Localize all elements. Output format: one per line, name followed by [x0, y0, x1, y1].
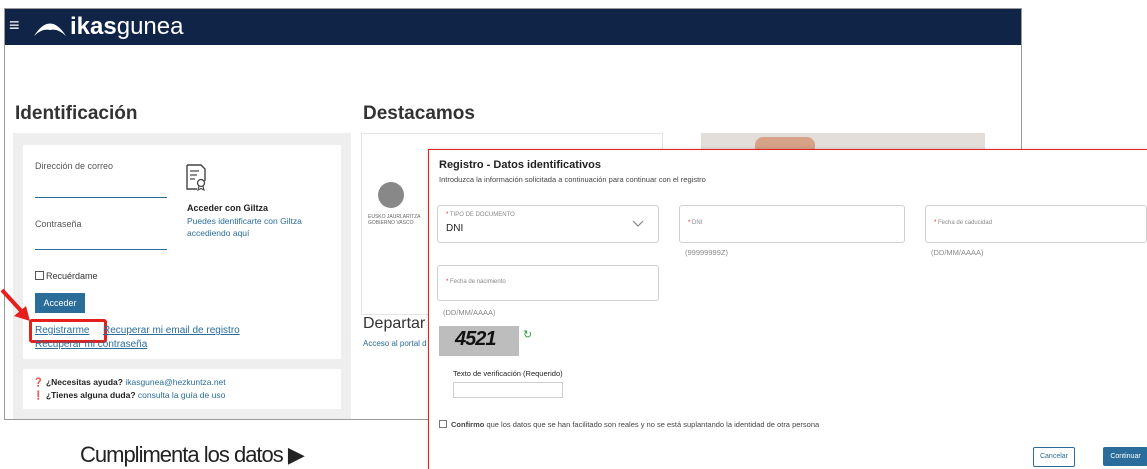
confirm-row[interactable]: Confirmo que los datos que se han facili…: [439, 420, 819, 429]
verification-input[interactable]: [453, 382, 563, 398]
chevron-down-icon[interactable]: [632, 220, 644, 228]
register-link[interactable]: Registrarme: [35, 325, 89, 336]
remember-label: Recuérdame: [46, 271, 98, 281]
continue-button[interactable]: Continuar: [1103, 447, 1147, 466]
document-type-label: * TIPO DE DOCUMENTO: [446, 212, 515, 218]
refresh-captcha-icon[interactable]: ↻: [523, 328, 532, 341]
government-emblem-icon: [378, 182, 404, 208]
giltza-link[interactable]: Puedes identificarte con Giltza accedien…: [187, 215, 327, 239]
expiry-date-label-text: Fecha de caducidad: [938, 220, 993, 226]
app-logo: ikasgunea: [70, 13, 183, 41]
recover-password-link[interactable]: Recuperar mi contraseña: [35, 339, 147, 350]
confirm-bold: Confirmo: [451, 420, 485, 429]
password-label: Contraseña: [35, 219, 82, 229]
captcha-image: 4521: [439, 326, 519, 356]
confirm-text: que los datos que se han facilitado son …: [486, 420, 820, 429]
confirm-checkbox[interactable]: [439, 420, 447, 428]
giltza-title: Acceder con Giltza: [187, 203, 269, 213]
logo-mark-icon: [34, 23, 66, 36]
remember-me[interactable]: Recuérdame: [35, 271, 98, 281]
login-card: Dirección de correo Contraseña Acceder c…: [23, 145, 341, 359]
expiry-date-label: * Fecha de caducidad: [934, 220, 993, 226]
birth-date-label-text: Fecha de nacimiento: [450, 279, 506, 285]
help-question: ¿Necesitas ayuda?: [45, 377, 123, 387]
verification-label: Texto de verificación (Requerido): [453, 369, 563, 378]
help-email-link[interactable]: ikasgunea@hezkuntza.net: [125, 377, 225, 387]
emblem-caption: EUSKO JAURLARITZA GOBIERNO VASCO: [368, 214, 421, 226]
dni-input[interactable]: * DNI: [679, 205, 905, 243]
dialog-subtitle: Introduzca la información solicitada a c…: [439, 175, 706, 184]
help-card: ❓ ¿Necesitas ayuda? ikasgunea@hezkuntza.…: [23, 369, 341, 409]
expiry-date-hint: (DD/MM/AAAA): [931, 248, 984, 257]
birth-date-input[interactable]: * Fecha de nacimiento: [437, 265, 659, 301]
birth-date-label: * Fecha de nacimiento: [446, 279, 506, 285]
logo-light: gunea: [116, 13, 184, 40]
dni-label-text: DNI: [692, 220, 703, 226]
email-input[interactable]: [35, 197, 167, 198]
identification-title: Identificación: [15, 103, 138, 124]
login-panel: Dirección de correo Contraseña Acceder c…: [13, 133, 351, 419]
logo-bold: ikas: [70, 13, 117, 40]
registration-dialog: Registro - Datos identificativos Introdu…: [428, 149, 1147, 469]
certificate-icon[interactable]: [185, 163, 207, 191]
captcha-text: 4521: [455, 328, 496, 350]
expiry-date-input[interactable]: * Fecha de caducidad: [925, 205, 1147, 243]
remember-checkbox[interactable]: [35, 271, 44, 280]
department-link[interactable]: Acceso al portal d: [363, 339, 427, 348]
highlights-title: Destacamos: [363, 103, 475, 124]
emblem-line-2: GOBIERNO VASCO: [368, 220, 414, 226]
doubt-line: ❗ ¿Tienes alguna duda? consulta la guía …: [33, 390, 226, 400]
department-title: Departar: [363, 315, 426, 332]
menu-icon[interactable]: ≡: [9, 15, 20, 35]
document-type-select[interactable]: * TIPO DE DOCUMENTO DNI: [437, 205, 659, 243]
help-line: ❓ ¿Necesitas ayuda? ikasgunea@hezkuntza.…: [33, 377, 226, 387]
email-label: Dirección de correo: [35, 161, 114, 171]
dialog-title: Registro - Datos identificativos: [439, 159, 601, 171]
login-button[interactable]: Acceder: [35, 293, 85, 313]
instruction-caption: Cumplimenta los datos ▶: [80, 442, 305, 467]
cancel-button[interactable]: Cancelar: [1033, 447, 1075, 467]
dni-label: * DNI: [688, 220, 703, 226]
document-type-label-text: TIPO DE DOCUMENTO: [449, 212, 515, 218]
document-type-value: DNI: [446, 223, 464, 234]
top-bar: ≡ ikasgunea: [5, 9, 1021, 45]
red-arrow-icon: [0, 288, 30, 321]
password-input[interactable]: [35, 249, 167, 250]
recover-email-link[interactable]: Recuperar mi email de registro: [103, 325, 240, 336]
guide-link[interactable]: consulta la guía de uso: [138, 390, 225, 400]
dni-format-hint: (99999999Z): [685, 248, 728, 257]
doubt-question: ¿Tienes alguna duda?: [45, 390, 136, 400]
birth-date-hint: (DD/MM/AAAA): [443, 308, 496, 317]
